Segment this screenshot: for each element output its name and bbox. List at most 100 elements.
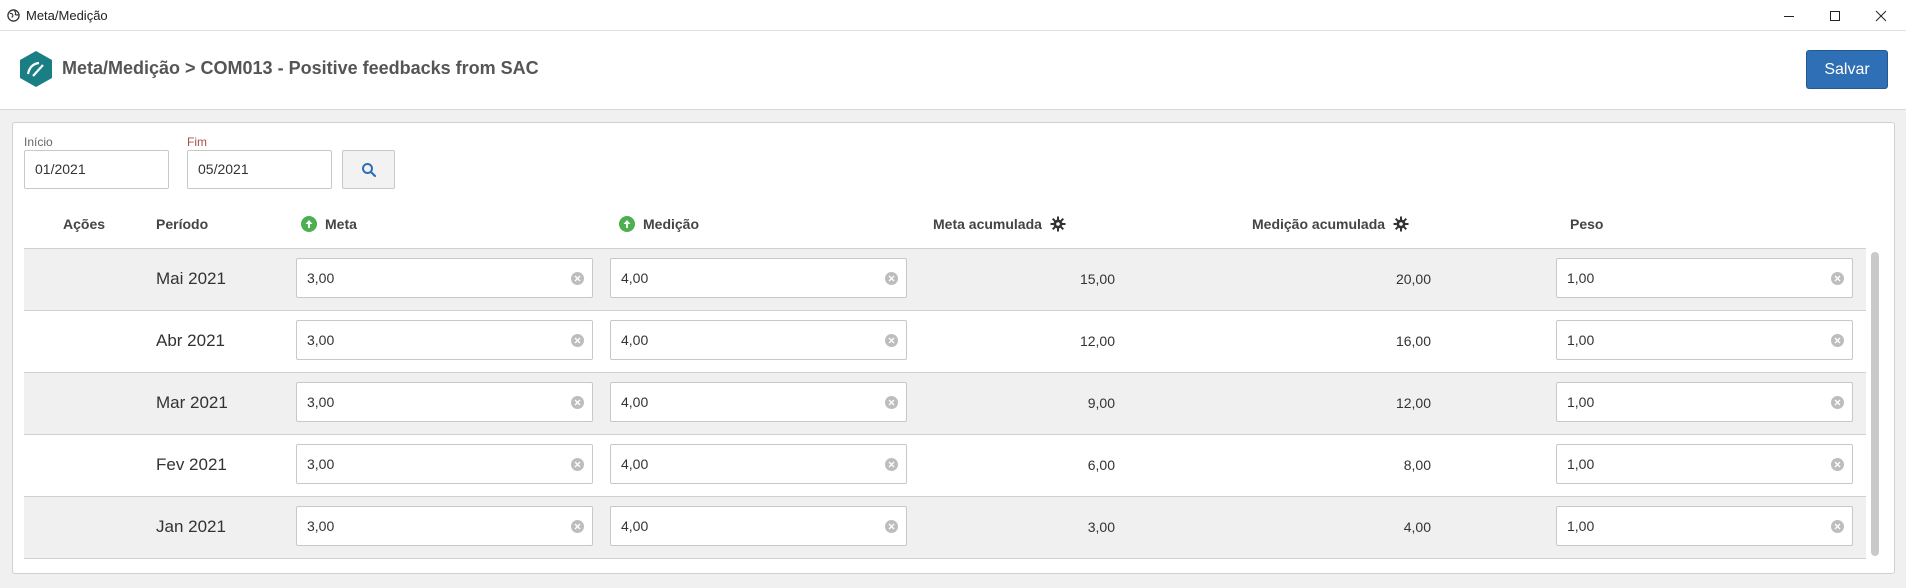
arrow-up-circle-icon <box>301 216 317 232</box>
medicao-acumulada-value: 4,00 <box>1403 519 1431 535</box>
clear-icon[interactable] <box>571 334 584 347</box>
meta-input[interactable]: 3,00 <box>296 444 593 484</box>
column-header-meta: Meta <box>301 216 357 232</box>
clear-icon[interactable] <box>885 520 898 533</box>
close-icon <box>1875 10 1887 21</box>
clear-icon[interactable] <box>885 458 898 471</box>
medicao-input[interactable]: 4,00 <box>610 382 907 422</box>
column-header-acoes: Ações <box>63 216 105 232</box>
medicao-acumulada-value: 8,00 <box>1403 457 1431 473</box>
globe-icon <box>7 9 20 22</box>
meta-input[interactable]: 3,00 <box>296 320 593 360</box>
fim-input[interactable]: 05/2021 <box>187 150 332 189</box>
medicao-input[interactable]: 4,00 <box>610 258 907 298</box>
meta-input-value: 3,00 <box>307 456 335 472</box>
table-scrollbar[interactable] <box>1871 252 1879 556</box>
close-button[interactable] <box>1858 0 1904 31</box>
clear-icon[interactable] <box>1831 334 1844 347</box>
search-icon <box>361 162 376 177</box>
meta-acumulada-value: 9,00 <box>1087 395 1115 411</box>
medicao-acumulada-value: 20,00 <box>1395 271 1431 287</box>
medicao-input[interactable]: 4,00 <box>610 320 907 360</box>
clear-icon[interactable] <box>1831 272 1844 285</box>
period-label: Mar 2021 <box>156 393 228 412</box>
meta-input-value: 3,00 <box>307 270 335 286</box>
column-header-label: Período <box>156 216 209 232</box>
column-header-label: Ações <box>63 216 106 232</box>
meta-acumulada-value: 15,00 <box>1079 271 1115 287</box>
hexagon-gauge-icon <box>20 51 52 87</box>
fim-label: Fim <box>187 135 207 149</box>
meta-input-value: 3,00 <box>307 332 335 348</box>
medicao-acumulada-value: 12,00 <box>1395 395 1431 411</box>
window-title: Meta/Medição <box>26 8 108 23</box>
gear-icon[interactable] <box>1050 216 1066 232</box>
table-row: Mai 2021 3,00 4,00 15,00 20,00 1,00 <box>24 249 1866 311</box>
clear-icon[interactable] <box>571 520 584 533</box>
meta-input-value: 3,00 <box>307 394 335 410</box>
column-header-label: Meta acumulada <box>933 216 1042 232</box>
clear-icon[interactable] <box>571 458 584 471</box>
clear-icon[interactable] <box>885 272 898 285</box>
table-row: Abr 2021 3,00 4,00 12,00 16,00 1,00 <box>24 311 1866 373</box>
meta-acumulada-value: 6,00 <box>1087 457 1115 473</box>
column-header-label: Meta <box>325 216 357 232</box>
medicao-acumulada-value: 16,00 <box>1395 333 1431 349</box>
clear-icon[interactable] <box>571 396 584 409</box>
page-header: Meta/Medição > COM013 - Positive feedbac… <box>0 31 1906 110</box>
medicao-input-value: 4,00 <box>621 332 649 348</box>
peso-input[interactable]: 1,00 <box>1556 506 1853 546</box>
table-row: Jan 2021 3,00 4,00 3,00 4,00 1,00 <box>24 497 1866 559</box>
peso-input[interactable]: 1,00 <box>1556 382 1853 422</box>
search-button[interactable] <box>342 150 395 189</box>
table-row: Mar 2021 3,00 4,00 9,00 12,00 1,00 <box>24 373 1866 435</box>
meta-input[interactable]: 3,00 <box>296 258 593 298</box>
medicao-input-value: 4,00 <box>621 518 649 534</box>
clear-icon[interactable] <box>885 396 898 409</box>
peso-input-value: 1,00 <box>1567 394 1595 410</box>
maximize-icon <box>1830 10 1840 21</box>
column-header-periodo: Período <box>156 216 208 232</box>
column-header-label: Peso <box>1570 216 1604 232</box>
column-header-medicao-acumulada: Medição acumulada <box>1252 216 1409 232</box>
column-header-medicao: Medição <box>619 216 699 232</box>
column-header-label: Medição <box>643 216 700 232</box>
column-header-peso: Peso <box>1570 216 1603 232</box>
clear-icon[interactable] <box>1831 458 1844 471</box>
peso-input[interactable]: 1,00 <box>1556 258 1853 298</box>
meta-acumulada-value: 12,00 <box>1079 333 1115 349</box>
medicao-input-value: 4,00 <box>621 456 649 472</box>
medicao-input-value: 4,00 <box>621 394 649 410</box>
peso-input-value: 1,00 <box>1567 332 1595 348</box>
peso-input[interactable]: 1,00 <box>1556 444 1853 484</box>
inicio-label: Início <box>24 135 53 149</box>
medicao-input-value: 4,00 <box>621 270 649 286</box>
meta-input-value: 3,00 <box>307 518 335 534</box>
minimize-icon <box>1784 15 1794 17</box>
clear-icon[interactable] <box>1831 396 1844 409</box>
clear-icon[interactable] <box>571 272 584 285</box>
meta-acumulada-value: 3,00 <box>1087 519 1115 535</box>
peso-input-value: 1,00 <box>1567 518 1595 534</box>
period-label: Abr 2021 <box>156 331 225 350</box>
inicio-input[interactable]: 01/2021 <box>24 150 169 189</box>
medicao-input[interactable]: 4,00 <box>610 506 907 546</box>
peso-input-value: 1,00 <box>1567 456 1595 472</box>
arrow-up-circle-icon <box>619 216 635 232</box>
column-header-label: Medição acumulada <box>1252 216 1386 232</box>
peso-input[interactable]: 1,00 <box>1556 320 1853 360</box>
peso-input-value: 1,00 <box>1567 270 1595 286</box>
medicao-input[interactable]: 4,00 <box>610 444 907 484</box>
period-label: Mai 2021 <box>156 269 226 288</box>
column-header-meta-acumulada: Meta acumulada <box>933 216 1066 232</box>
meta-input[interactable]: 3,00 <box>296 506 593 546</box>
window-titlebar: Meta/Medição <box>0 0 1906 31</box>
clear-icon[interactable] <box>885 334 898 347</box>
save-button[interactable]: Salvar <box>1806 50 1888 89</box>
gear-icon[interactable] <box>1393 216 1409 232</box>
period-label: Fev 2021 <box>156 455 227 474</box>
meta-input[interactable]: 3,00 <box>296 382 593 422</box>
minimize-button[interactable] <box>1766 0 1812 31</box>
maximize-button[interactable] <box>1812 0 1858 31</box>
clear-icon[interactable] <box>1831 520 1844 533</box>
